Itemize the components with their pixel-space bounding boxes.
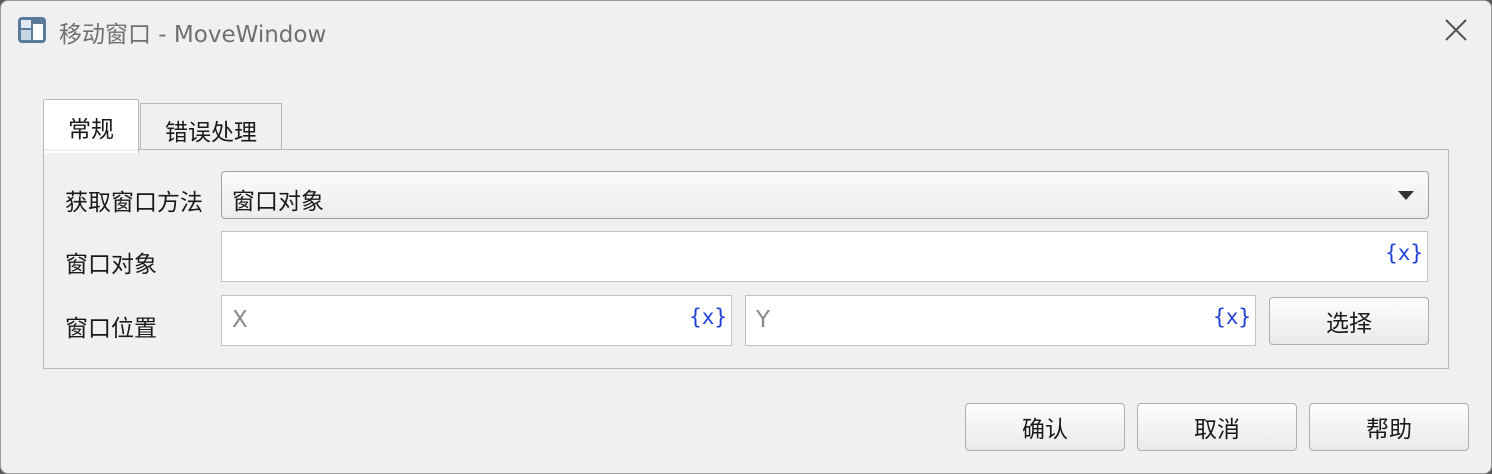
x-input[interactable]: X {x} — [221, 295, 732, 346]
variable-button[interactable]: {x} — [1385, 241, 1423, 265]
x-variable-button[interactable]: {x} — [689, 305, 727, 329]
help-button[interactable]: 帮助 — [1309, 403, 1469, 451]
method-label: 获取窗口方法 — [65, 190, 203, 216]
close-icon[interactable] — [1439, 13, 1473, 47]
tab-error-handling[interactable]: 错误处理 — [140, 103, 282, 151]
tab-general[interactable]: 常规 — [43, 99, 139, 153]
ok-button[interactable]: 确认 — [965, 403, 1125, 451]
method-select[interactable]: 窗口对象 — [221, 171, 1429, 219]
y-variable-button[interactable]: {x} — [1213, 305, 1251, 329]
cancel-button[interactable]: 取消 — [1137, 403, 1297, 451]
position-label: 窗口位置 — [65, 316, 157, 342]
object-label: 窗口对象 — [65, 252, 157, 278]
title-bar: 移动窗口 - MoveWindow — [1, 1, 1491, 59]
move-window-dialog: 移动窗口 - MoveWindow 常规 错误处理 获取窗口方法 窗口对象 窗口… — [0, 0, 1492, 474]
window-object-input[interactable]: {x} — [221, 231, 1428, 282]
x-placeholder: X — [232, 307, 248, 333]
method-select-value: 窗口对象 — [232, 189, 324, 215]
window-title: 移动窗口 - MoveWindow — [59, 22, 327, 48]
pick-button[interactable]: 选择 — [1269, 297, 1429, 345]
y-input[interactable]: Y {x} — [745, 295, 1256, 346]
tab-joiner — [44, 149, 138, 151]
chevron-down-icon — [1398, 191, 1414, 200]
app-icon — [18, 17, 46, 43]
y-placeholder: Y — [756, 307, 771, 333]
